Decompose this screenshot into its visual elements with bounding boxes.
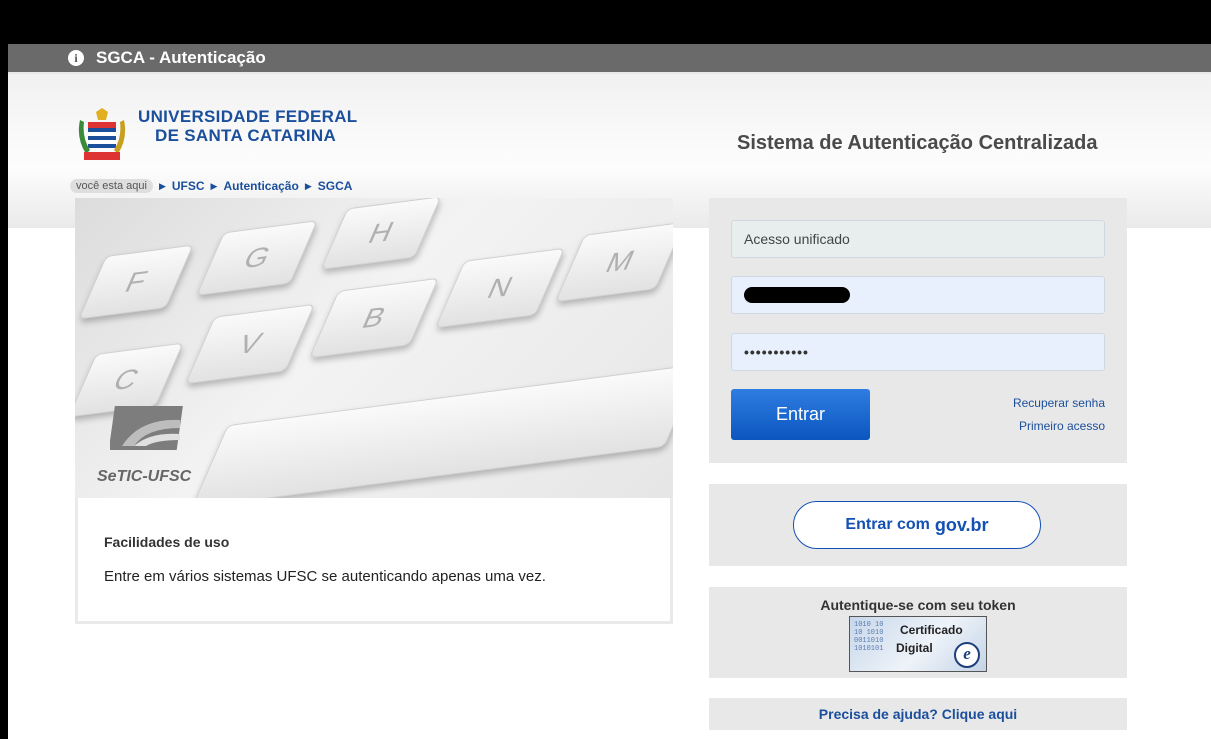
govbr-button-prefix: Entrar com [845,516,930,533]
help-link[interactable]: Precisa de ajuda? Clique aqui [819,706,1017,722]
binary-pattern-icon: 1010 10 10 1010 0011010 1010101 [854,621,884,653]
unified-access-field[interactable]: Acesso unificado [731,220,1105,258]
govbr-brand: gov.br [934,514,989,535]
info-panel: Facilidades de uso Entre em vários siste… [75,498,673,624]
keyboard-key: N [434,247,566,329]
keyboard-key: M [554,221,673,303]
info-heading: Facilidades de uso [104,534,230,550]
breadcrumb-link-ufsc[interactable]: UFSC [172,179,205,193]
govbr-panel: Entrar com gov.br [709,484,1127,566]
keyboard-banner-image: F G H C V B N M SeTIC-UFSC [75,198,673,498]
info-text: Entre em vários sistemas UFSC se autenti… [104,568,546,585]
keyboard-key: B [308,277,440,359]
university-name-line2: DE SANTA CATARINA [155,126,337,145]
e-certificate-icon: e [954,642,980,668]
info-icon: i [68,50,84,66]
ufsc-crest-logo[interactable] [76,108,128,164]
keyboard-key: G [196,220,318,296]
keyboard-key: F [78,244,194,320]
page-title: SGCA - Autenticação [96,48,266,67]
breadcrumb-arrow-icon: ▶ [158,180,166,191]
login-panel: Acesso unificado ••••••••••• Entrar Recu… [709,198,1127,463]
redacted-username [744,287,850,303]
password-field[interactable]: ••••••••••• [731,333,1105,371]
breadcrumb-link-sgca[interactable]: SGCA [318,179,353,193]
token-title: Autentique-se com seu token [820,597,1016,613]
breadcrumb: você esta aqui ▶ UFSC ▶ Autenticação ▶ S… [70,179,352,193]
token-panel: Autentique-se com seu token 1010 10 10 10… [709,587,1127,678]
page: i SGCA - Autenticação UNIVERSIDADE FEDER… [8,44,1211,739]
login-button[interactable]: Entrar [731,389,870,440]
keyboard-key: V [184,303,316,385]
breadcrumb-arrow-icon: ▶ [304,180,312,191]
help-panel: Precisa de ajuda? Clique aqui [709,698,1127,730]
govbr-login-button[interactable]: Entrar com gov.br [793,501,1041,549]
title-bar: i SGCA - Autenticação [8,44,1211,74]
breadcrumb-arrow-icon: ▶ [210,180,218,191]
setic-label: SeTIC-UFSC [97,468,192,485]
breadcrumb-link-autenticacao[interactable]: Autenticação [223,179,298,193]
university-name-line1: UNIVERSIDADE FEDERAL [138,107,358,126]
keyboard-spacebar [191,363,673,498]
digital-certificate-button[interactable]: 1010 10 10 1010 0011010 1010101 Certificado… [849,616,987,672]
breadcrumb-here-label: você esta aqui [70,179,153,193]
username-field[interactable] [731,276,1105,314]
keyboard-key: H [320,198,442,270]
system-title: Sistema de Autenticação Centralizada [737,132,1098,154]
certificate-label-line2: Digital [896,641,933,655]
setic-logo-icon [110,406,183,450]
first-access-link[interactable]: Primeiro acesso [1019,419,1105,433]
certificate-label-line1: Certificado [900,623,963,637]
recover-password-link[interactable]: Recuperar senha [1013,396,1105,410]
